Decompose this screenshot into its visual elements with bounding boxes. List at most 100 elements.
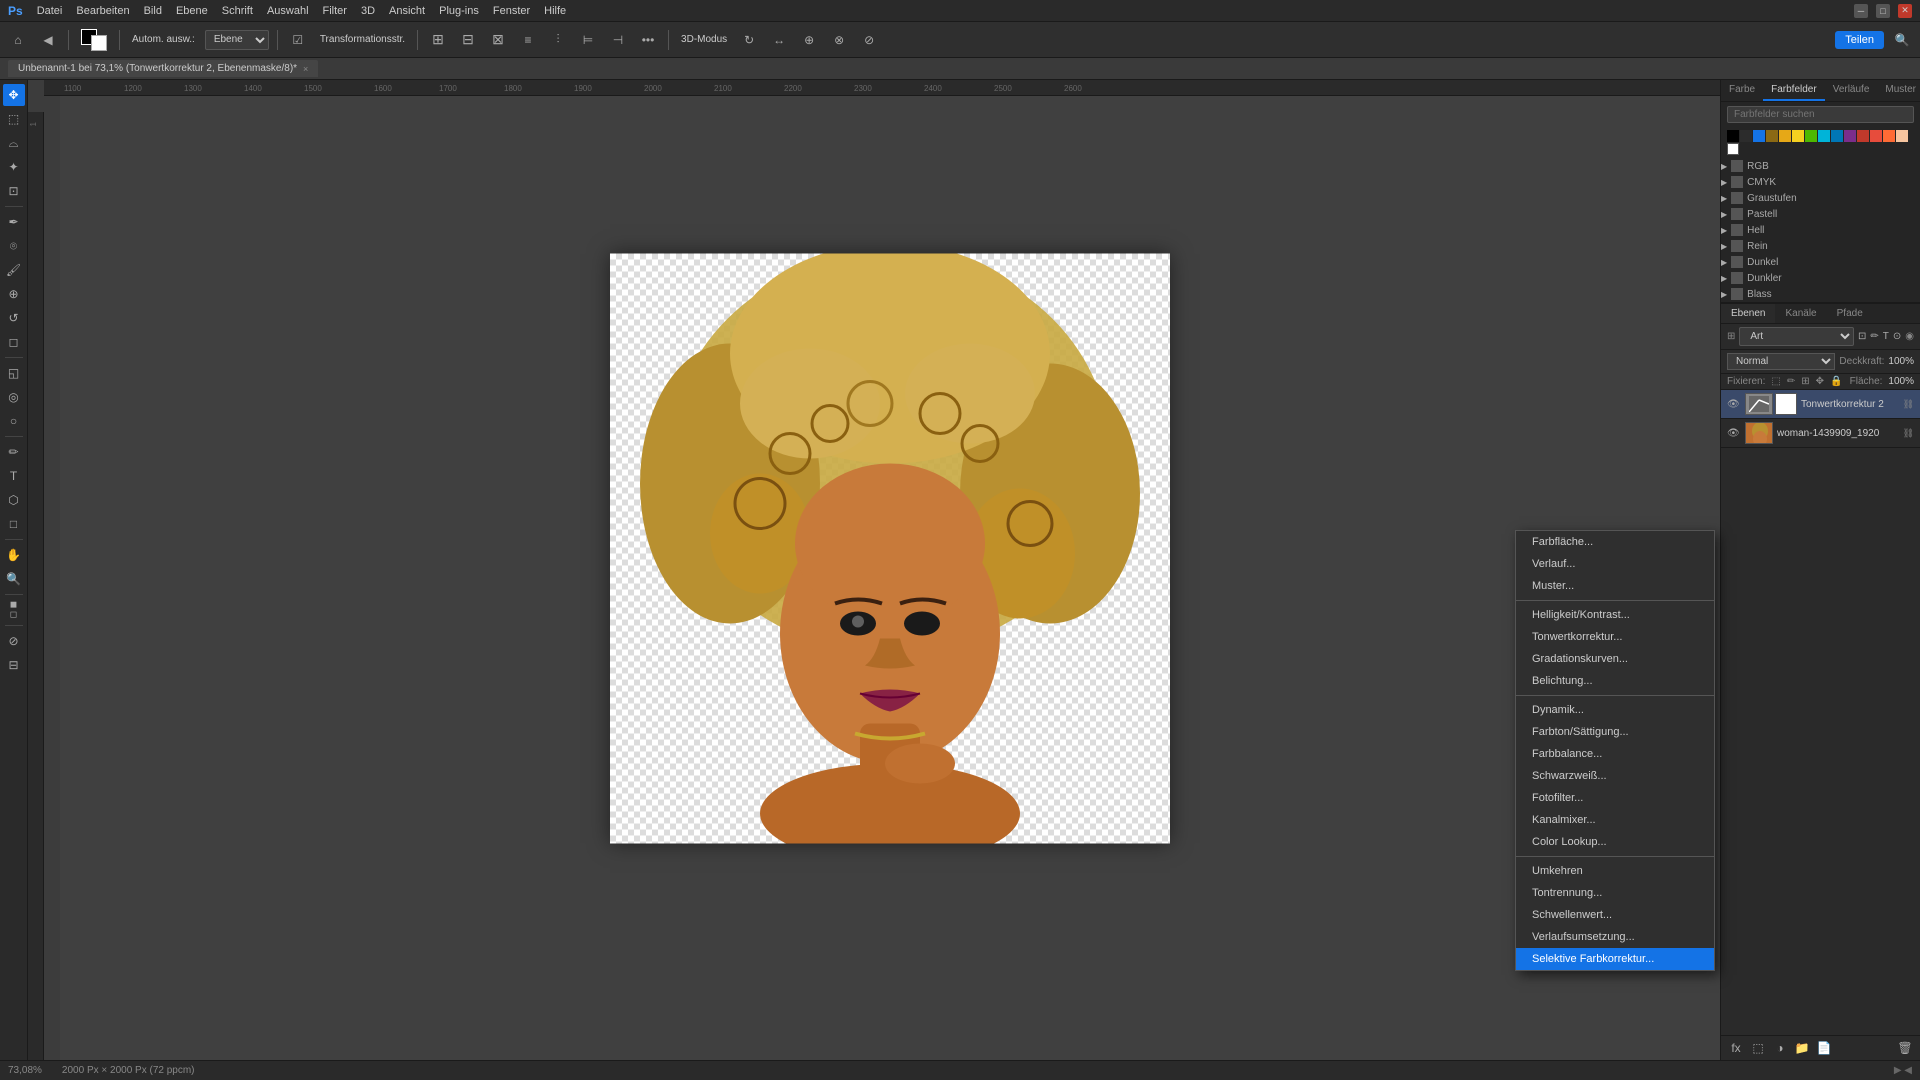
- lock-move-icon[interactable]: ✥: [1816, 376, 1824, 387]
- ctx-item-color-lookup[interactable]: Color Lookup...: [1516, 831, 1714, 853]
- align-right-icon[interactable]: ⊠: [486, 28, 510, 52]
- menu-item-fenster[interactable]: Fenster: [493, 5, 530, 17]
- foreground-bg-tool[interactable]: ◼◻: [3, 599, 25, 621]
- 3d-zoom-icon[interactable]: ⊕: [797, 28, 821, 52]
- swatch-brown[interactable]: [1766, 130, 1778, 142]
- swatch-orange2[interactable]: [1883, 130, 1895, 142]
- new-layer-button[interactable]: 📄: [1815, 1039, 1833, 1057]
- auto-select-dropdown[interactable]: Ebene Gruppe: [205, 30, 269, 50]
- menu-item-plugins[interactable]: Plug-ins: [439, 5, 479, 17]
- lock-paint-icon[interactable]: ✏: [1787, 376, 1795, 387]
- pen-tool[interactable]: ✏: [3, 441, 25, 463]
- tab-kanale[interactable]: Kanäle: [1775, 304, 1826, 323]
- ctx-item-farbflache[interactable]: Farbfläche...: [1516, 531, 1714, 553]
- more-options-icon[interactable]: •••: [636, 28, 660, 52]
- ctx-item-belichtung[interactable]: Belichtung...: [1516, 670, 1714, 692]
- quick-select-tool[interactable]: ✦: [3, 156, 25, 178]
- swatch-group-hell[interactable]: ▶ Hell: [1721, 222, 1920, 238]
- swatch-group-dunkel[interactable]: ▶ Dunkel: [1721, 254, 1920, 270]
- spot-heal-tool[interactable]: ⌾: [3, 235, 25, 257]
- layer-visibility-icon-1[interactable]: 👁: [1727, 399, 1741, 410]
- search-top-icon[interactable]: 🔍: [1890, 28, 1914, 52]
- add-mask-button[interactable]: ⬚: [1749, 1039, 1767, 1057]
- ctx-item-fotofilter[interactable]: Fotofilter...: [1516, 787, 1714, 809]
- layer-style-button[interactable]: fx: [1727, 1039, 1745, 1057]
- swatch-green[interactable]: [1805, 130, 1817, 142]
- menu-item-filter[interactable]: Filter: [323, 5, 347, 17]
- tab-farbe[interactable]: Farbe: [1721, 80, 1763, 101]
- close-button[interactable]: ✕: [1898, 4, 1912, 18]
- swatch-white[interactable]: [1727, 143, 1739, 155]
- swatch-dark-blue[interactable]: [1831, 130, 1843, 142]
- menu-item-auswahl[interactable]: Auswahl: [267, 5, 309, 17]
- menu-item-ansicht[interactable]: Ansicht: [389, 5, 425, 17]
- swatch-blue[interactable]: [1753, 130, 1765, 142]
- home-icon[interactable]: ⌂: [6, 28, 30, 52]
- lock-transparent-icon[interactable]: ⬚: [1771, 376, 1780, 387]
- adjustment-layer-button[interactable]: ◑: [1771, 1039, 1789, 1057]
- swatch-group-graustufen[interactable]: ▶ Graustufen: [1721, 190, 1920, 206]
- tab-ebenen[interactable]: Ebenen: [1721, 304, 1775, 323]
- layer-item-tonwert[interactable]: 👁 Tonwertkorrektur 2 ⛓: [1721, 390, 1920, 419]
- swatch-group-dunkler[interactable]: ▶ Dunkler: [1721, 270, 1920, 286]
- align-bottom-icon[interactable]: ⊨: [576, 28, 600, 52]
- swatch-bright-red[interactable]: [1870, 130, 1882, 142]
- 3d-rotate-icon[interactable]: ↻: [737, 28, 761, 52]
- swatch-group-rgb[interactable]: ▶ RGB: [1721, 158, 1920, 174]
- text-tool[interactable]: T: [3, 465, 25, 487]
- crop-tool[interactable]: ⊡: [3, 180, 25, 202]
- layer-icons-3[interactable]: T: [1883, 331, 1889, 342]
- layer-visibility-icon-2[interactable]: 👁: [1727, 428, 1741, 439]
- layer-link-icon-2[interactable]: ⛓: [1903, 428, 1914, 439]
- swatch-orange[interactable]: [1779, 130, 1791, 142]
- swatch-cyan[interactable]: [1818, 130, 1830, 142]
- tab-pfade[interactable]: Pfade: [1827, 304, 1873, 323]
- clone-tool[interactable]: ⊕: [3, 283, 25, 305]
- delete-layer-button[interactable]: 🗑: [1896, 1039, 1914, 1057]
- swatch-black[interactable]: [1727, 130, 1739, 142]
- swatch-group-pastell[interactable]: ▶ Pastell: [1721, 206, 1920, 222]
- swatch-group-blass[interactable]: ▶ Blass: [1721, 286, 1920, 302]
- layer-icons-1[interactable]: ⊡: [1858, 331, 1866, 342]
- screen-mode-tool[interactable]: ⊟: [3, 654, 25, 676]
- ctx-item-tontrennung[interactable]: Tontrennung...: [1516, 882, 1714, 904]
- menu-item-hilfe[interactable]: Hilfe: [544, 5, 566, 17]
- ctx-item-verlauf[interactable]: Verlauf...: [1516, 553, 1714, 575]
- lock-artboard-icon[interactable]: ⊞: [1801, 376, 1809, 387]
- new-group-button[interactable]: 📁: [1793, 1039, 1811, 1057]
- lasso-tool[interactable]: ⌓: [3, 132, 25, 154]
- layer-type-filter[interactable]: Art: [1739, 327, 1854, 346]
- align-middle-icon[interactable]: ⫶: [546, 28, 570, 52]
- ctx-item-verlaufsumsetzung[interactable]: Verlaufsumsetzung...: [1516, 926, 1714, 948]
- swatch-group-cmyk[interactable]: ▶ CMYK: [1721, 174, 1920, 190]
- menu-item-3d[interactable]: 3D: [361, 5, 375, 17]
- ctx-item-gradationskurven[interactable]: Gradationskurven...: [1516, 648, 1714, 670]
- eraser-tool[interactable]: ◻: [3, 331, 25, 353]
- document-tab[interactable]: Unbenannt-1 bei 73,1% (Tonwertkorrektur …: [8, 60, 318, 77]
- 3d-slide-icon[interactable]: ⊘: [857, 28, 881, 52]
- layer-chain-icon-1[interactable]: ⛓: [1903, 399, 1914, 410]
- shape-tool[interactable]: □: [3, 513, 25, 535]
- canvas-content[interactable]: [60, 96, 1720, 1060]
- menu-item-datei[interactable]: Datei: [37, 5, 63, 17]
- distribute-icon[interactable]: ⊣: [606, 28, 630, 52]
- swatch-group-rein[interactable]: ▶ Rein: [1721, 238, 1920, 254]
- layer-icons-4[interactable]: ⊙: [1893, 331, 1901, 342]
- menu-item-ebene[interactable]: Ebene: [176, 5, 208, 17]
- lock-all-icon[interactable]: 🔒: [1830, 376, 1842, 387]
- eyedropper-tool[interactable]: ✒: [3, 211, 25, 233]
- doc-tab-close-icon[interactable]: ×: [303, 64, 308, 74]
- 3d-roll-icon[interactable]: ⊗: [827, 28, 851, 52]
- restore-button[interactable]: □: [1876, 4, 1890, 18]
- ctx-item-schwarzweiss[interactable]: Schwarzweiß...: [1516, 765, 1714, 787]
- hand-tool[interactable]: ✋: [3, 544, 25, 566]
- ctx-item-selektive-farb[interactable]: Selektive Farbkorrektur...: [1516, 948, 1714, 970]
- menu-item-bild[interactable]: Bild: [144, 5, 162, 17]
- dodge-tool[interactable]: ○: [3, 410, 25, 432]
- align-left-icon[interactable]: ⊞: [426, 28, 450, 52]
- swatch-purple[interactable]: [1844, 130, 1856, 142]
- brush-tool[interactable]: 🖌: [3, 259, 25, 281]
- marquee-tool[interactable]: ⬚: [3, 108, 25, 130]
- 3d-pan-icon[interactable]: ↔: [767, 28, 791, 52]
- share-button[interactable]: Teilen: [1835, 31, 1884, 49]
